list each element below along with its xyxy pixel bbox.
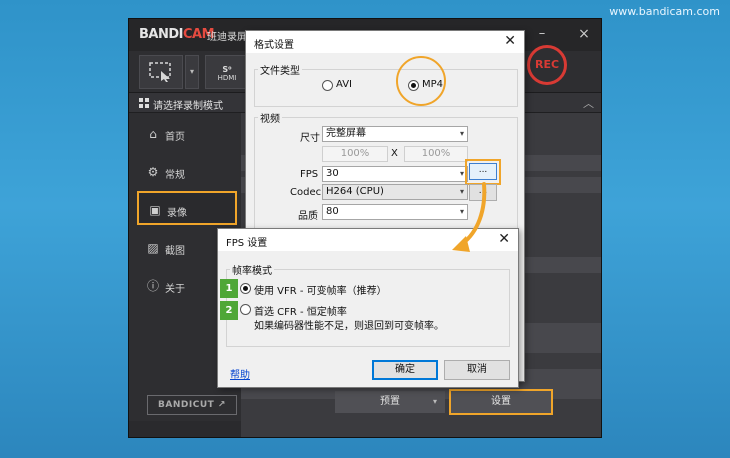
width-scale-field: 100%: [322, 146, 388, 162]
step-1-badge: 1: [220, 279, 238, 298]
chevron-down-icon: ▾: [459, 187, 464, 196]
height-scale-field: 100%: [404, 146, 468, 162]
video-gear-icon: ▣: [149, 203, 161, 217]
sidebar-item-general[interactable]: ⚙ 常规: [137, 155, 237, 189]
gear-icon: ⚙: [147, 165, 159, 179]
dialog-title: 格式设置: [254, 40, 294, 51]
dialog-title-bar: 格式设置 ✕: [246, 31, 524, 53]
home-icon: ⌂: [149, 127, 157, 141]
codec-value: H264 (CPU): [326, 186, 384, 197]
avi-radio[interactable]: [322, 80, 333, 91]
size-label: 尺寸: [300, 133, 320, 144]
dialog-title-bar: FPS 设置 ✕: [218, 229, 518, 251]
quality-label: 品质: [298, 211, 318, 222]
chevron-down-icon: ▾: [459, 129, 464, 138]
codec-select[interactable]: H264 (CPU) ▾: [322, 184, 468, 200]
cfr-note: 如果编码器性能不足，则退回到可变帧率。: [254, 321, 444, 332]
mode-dropdown-button[interactable]: ▾: [185, 55, 199, 89]
frame-rate-mode-label: 帧率模式: [230, 262, 274, 277]
fps-settings-dialog: FPS 设置 ✕ 帧率模式 1 使用 VFR - 可变帧率（推荐） 2 首选 C…: [217, 228, 519, 388]
video-group-label: 视频: [258, 110, 282, 125]
website-watermark: www.bandicam.com: [609, 5, 720, 18]
avi-label[interactable]: AVI: [336, 79, 352, 90]
bandicam-logo: BANDICAM: [139, 27, 215, 42]
settings-button[interactable]: 设置: [449, 389, 553, 415]
chevron-down-icon: ▾: [459, 207, 464, 216]
bandicut-button[interactable]: BANDICUT ↗: [147, 395, 237, 415]
fps-select[interactable]: 30 ▾: [322, 166, 468, 182]
rec-button[interactable]: REC: [527, 45, 567, 85]
ok-button[interactable]: 确定: [372, 360, 438, 380]
scale-x-label: X: [391, 148, 398, 159]
sidebar-item-label: 首页: [165, 132, 185, 143]
cfr-radio[interactable]: [240, 304, 251, 315]
vfr-radio[interactable]: [240, 283, 251, 294]
codec-settings-button[interactable]: ...: [469, 184, 497, 201]
vfr-label[interactable]: 使用 VFR - 可变帧率（推荐）: [254, 282, 387, 297]
cfr-label[interactable]: 首选 CFR - 恒定帧率: [254, 303, 347, 318]
minimize-button[interactable]: –: [533, 25, 551, 43]
header-title: 请选择录制模式: [153, 101, 223, 112]
collapse-icon[interactable]: ︿: [583, 95, 594, 111]
preset-button[interactable]: 预置 ▾: [335, 391, 445, 413]
info-icon: ⓘ: [147, 279, 160, 293]
fps-value: 30: [326, 168, 339, 179]
quality-value: 80: [326, 206, 339, 217]
sidebar-item-label: 截图: [165, 246, 185, 257]
hdmi-label: HDMI: [217, 74, 237, 82]
fps-button-highlight: [465, 159, 501, 185]
step-2-badge: 2: [220, 301, 238, 320]
chevron-down-icon: ▾: [459, 169, 464, 178]
app-name: 班迪录屏: [207, 32, 247, 43]
close-icon[interactable]: ✕: [504, 33, 516, 49]
close-button[interactable]: ×: [575, 25, 593, 43]
sidebar-item-label: 常规: [165, 170, 185, 181]
close-icon[interactable]: ✕: [498, 231, 510, 247]
quality-select[interactable]: 80 ▾: [322, 204, 468, 220]
file-type-group-label: 文件类型: [258, 62, 302, 77]
dialog-title: FPS 设置: [226, 238, 268, 249]
codec-label: Codec: [290, 187, 322, 198]
chevron-down-icon: ▾: [432, 397, 437, 406]
preset-label: 预置: [380, 396, 400, 407]
sidebar-item-video[interactable]: ▣ 录像: [137, 191, 237, 225]
sidebar-item-label: 录像: [167, 208, 187, 219]
cancel-button[interactable]: 取消: [444, 360, 510, 380]
size-value: 完整屏幕: [326, 128, 366, 139]
fps-label: FPS: [300, 169, 319, 180]
grid-icon: [139, 98, 149, 108]
hdmi-device-button[interactable]: S⁰ HDMI: [205, 55, 249, 89]
image-icon: ▨: [147, 241, 159, 255]
hdmi-icon: S⁰: [222, 65, 232, 74]
sidebar-item-home[interactable]: ⌂ 首页: [137, 117, 237, 151]
mp4-highlight-circle: [396, 56, 446, 106]
size-select[interactable]: 完整屏幕 ▾: [322, 126, 468, 142]
screen-rect-icon: [149, 62, 171, 82]
sidebar-item-label: 关于: [165, 284, 185, 295]
screen-mode-button[interactable]: [139, 55, 183, 89]
help-link[interactable]: 帮助: [230, 366, 250, 381]
